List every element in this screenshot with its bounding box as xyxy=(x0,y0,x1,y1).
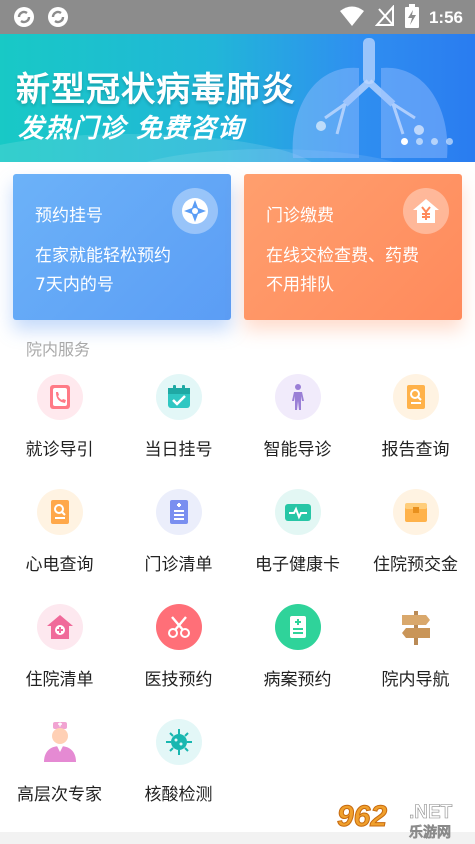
service-same-day-register[interactable]: 当日挂号 xyxy=(119,370,238,470)
service-label: 住院预交金 xyxy=(373,555,458,575)
card-description: 在线交检查费、药费 不用排队 xyxy=(266,246,419,295)
service-guide[interactable]: 就诊导引 xyxy=(0,370,119,470)
signal-off-icon xyxy=(374,4,395,31)
section-title: 院内服务 xyxy=(26,340,91,359)
service-inpatient-deposit[interactable]: 住院预交金 xyxy=(356,485,475,585)
service-report-query[interactable]: 报告查询 xyxy=(356,370,475,470)
service-senior-experts[interactable]: 高层次专家 xyxy=(0,715,119,815)
compass-icon xyxy=(172,188,218,234)
service-ecg-query[interactable]: 心电查询 xyxy=(0,485,119,585)
appointment-card[interactable]: 预约挂号 在家就能轻松预约 7天内的号 xyxy=(13,174,231,320)
card-title: 预约挂号 xyxy=(35,206,103,226)
service-label: 当日挂号 xyxy=(144,440,213,460)
human-body-icon xyxy=(275,374,321,420)
service-label: 医技预约 xyxy=(144,670,213,690)
deposit-box-icon xyxy=(393,489,439,535)
watermark-suffix: .NET xyxy=(409,802,453,824)
banner-subtitle: 发热门诊 免费咨询 xyxy=(18,114,245,144)
service-label: 住院清单 xyxy=(25,670,94,690)
service-label: 核酸检测 xyxy=(144,785,213,805)
battery-charging-icon xyxy=(404,4,419,32)
sync-icon xyxy=(46,5,70,33)
yuan-house-icon xyxy=(403,188,449,234)
banner-title: 新型冠状病毒肺炎 xyxy=(16,70,296,110)
calendar-check-icon xyxy=(156,374,202,420)
scissors-icon xyxy=(156,604,202,650)
watermark-site: 乐游网 xyxy=(409,825,452,842)
service-label: 门诊清单 xyxy=(144,555,213,575)
service-health-card[interactable]: 电子健康卡 xyxy=(238,485,357,585)
signpost-icon xyxy=(393,604,439,650)
service-label: 心电查询 xyxy=(25,555,94,575)
service-medtech-appointment[interactable]: 医技预约 xyxy=(119,600,238,700)
promo-banner[interactable]: 新型冠状病毒肺炎 发热门诊 免费咨询 xyxy=(0,34,475,162)
card-title: 门诊缴费 xyxy=(266,206,334,226)
carousel-dot xyxy=(446,138,453,145)
service-record-appointment[interactable]: 病案预约 xyxy=(238,600,357,700)
report-search-icon xyxy=(393,374,439,420)
site-watermark: 962 .NET 乐游网 xyxy=(336,800,469,842)
service-nucleic-acid-test[interactable]: 核酸检测 xyxy=(119,715,238,815)
health-card-icon xyxy=(275,489,321,535)
carousel-indicator xyxy=(401,138,453,145)
service-label: 电子健康卡 xyxy=(255,555,340,575)
status-bar: 1:56 xyxy=(0,0,475,34)
service-label: 院内导航 xyxy=(381,670,450,690)
list-icon xyxy=(156,489,202,535)
service-label: 病案预约 xyxy=(263,670,332,690)
carousel-dot xyxy=(416,138,423,145)
hospital-house-icon xyxy=(37,604,83,650)
wifi-icon xyxy=(339,5,365,31)
watermark-number: 962 xyxy=(336,800,388,834)
carousel-dot xyxy=(401,138,408,145)
service-outpatient-list[interactable]: 门诊清单 xyxy=(119,485,238,585)
card-description: 在家就能轻松预约 7天内的号 xyxy=(35,246,171,295)
ecg-report-icon xyxy=(37,489,83,535)
carousel-dot xyxy=(431,138,438,145)
service-hospital-navigation[interactable]: 院内导航 xyxy=(356,600,475,700)
service-label: 就诊导引 xyxy=(25,440,94,460)
virus-icon xyxy=(156,719,202,765)
sync-icon xyxy=(12,5,36,33)
doctor-icon xyxy=(37,719,83,765)
service-label: 报告查询 xyxy=(381,440,450,460)
service-smart-triage[interactable]: 智能导诊 xyxy=(238,370,357,470)
service-label: 智能导诊 xyxy=(263,440,332,460)
medical-record-icon xyxy=(275,604,321,650)
clock: 1:56 xyxy=(428,8,463,27)
phone-book-icon xyxy=(37,374,83,420)
service-label: 高层次专家 xyxy=(17,785,102,805)
service-inpatient-list[interactable]: 住院清单 xyxy=(0,600,119,700)
payment-card[interactable]: 门诊缴费 在线交检查费、药费 不用排队 xyxy=(244,174,462,320)
